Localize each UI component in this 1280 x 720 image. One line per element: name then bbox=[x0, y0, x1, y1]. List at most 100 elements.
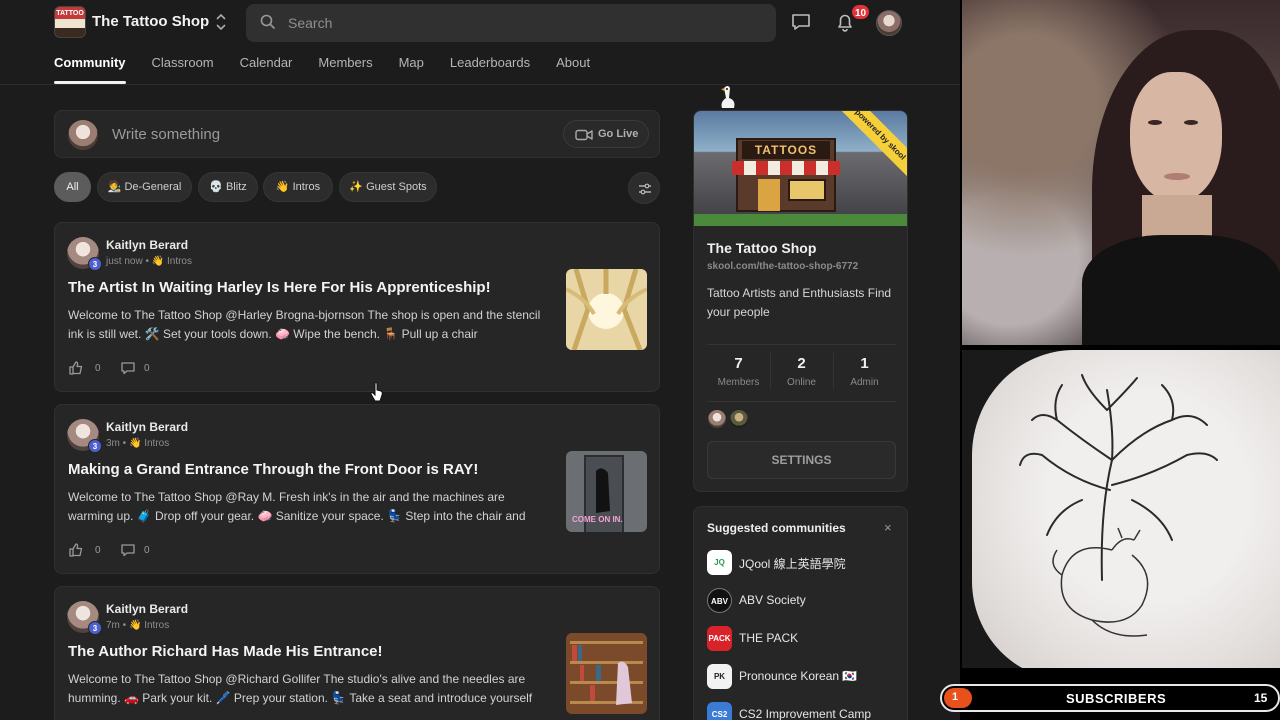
search-bar[interactable] bbox=[246, 4, 776, 42]
post-body: Welcome to The Tattoo Shop @Richard Goll… bbox=[68, 672, 533, 705]
community-name: THE PACK bbox=[739, 631, 799, 645]
stats-divider bbox=[707, 344, 896, 345]
suggested-community-item[interactable]: JQ JQool 線上英語學院 bbox=[707, 550, 907, 576]
community-banner[interactable]: TATTOOS powered by skool bbox=[694, 111, 907, 226]
post-card[interactable]: 3 Kaitlyn Berard 7m • 👋 Intros The Autho… bbox=[54, 586, 660, 720]
post-author[interactable]: Kaitlyn Berard bbox=[106, 420, 188, 434]
tab-classroom[interactable]: Classroom bbox=[152, 44, 214, 84]
tab-about[interactable]: About bbox=[556, 44, 590, 84]
stat-value: 2 bbox=[797, 355, 806, 372]
post-thumbnail[interactable] bbox=[566, 269, 647, 350]
stat-label: Members bbox=[717, 377, 760, 388]
subscriber-goal-bar: 1 SUBSCRIBERS 15 bbox=[940, 684, 1280, 712]
post-time: 3m bbox=[106, 438, 120, 449]
awning bbox=[732, 161, 840, 175]
community-name[interactable]: The Tattoo Shop bbox=[92, 13, 209, 30]
composer-avatar bbox=[68, 120, 98, 150]
post-author[interactable]: Kaitlyn Berard bbox=[106, 602, 188, 616]
stat-value: 1 bbox=[860, 355, 869, 372]
stat-members[interactable]: 7 Members bbox=[707, 355, 770, 388]
post-card[interactable]: 3 Kaitlyn Berard just now • 👋 Intros The… bbox=[54, 222, 660, 392]
go-live-button[interactable]: Go Live bbox=[563, 120, 649, 148]
filter-guest-spots[interactable]: ✨ Guest Spots bbox=[339, 172, 437, 202]
post-time: 7m bbox=[106, 620, 120, 631]
go-live-label: Go Live bbox=[598, 128, 639, 140]
like-icon[interactable] bbox=[68, 360, 84, 376]
search-input[interactable] bbox=[288, 4, 758, 42]
sliders-icon bbox=[639, 183, 651, 195]
community-nav: Community Classroom Calendar Members Map… bbox=[54, 44, 616, 84]
goose-icon bbox=[721, 86, 735, 108]
post-title[interactable]: Making a Grand Entrance Through the Fron… bbox=[68, 461, 558, 478]
tab-members[interactable]: Members bbox=[318, 44, 372, 84]
community-logo[interactable]: TATTOO bbox=[54, 6, 86, 38]
thumbnail-caption: COME ON IN. bbox=[572, 515, 623, 524]
post-title[interactable]: The Author Richard Has Made His Entrance… bbox=[68, 643, 558, 660]
webcam-feed bbox=[962, 0, 1280, 345]
member-avatar[interactable] bbox=[707, 409, 727, 429]
suggested-community-item[interactable]: PACK THE PACK bbox=[707, 626, 907, 652]
grass bbox=[694, 214, 907, 226]
community-icon: JQ bbox=[707, 550, 732, 575]
filter-blitz[interactable]: 💀 Blitz bbox=[198, 172, 258, 202]
community-name: CS2 Improvement Camp bbox=[739, 707, 872, 720]
tab-map[interactable]: Map bbox=[399, 44, 424, 84]
eye bbox=[1148, 120, 1162, 125]
suggested-title: Suggested communities bbox=[707, 521, 846, 535]
post-card[interactable]: 3 Kaitlyn Berard 3m • 👋 Intros Making a … bbox=[54, 404, 660, 574]
black-top bbox=[1082, 235, 1280, 345]
level-badge: 3 bbox=[88, 621, 102, 635]
post-category[interactable]: 👋 Intros bbox=[129, 438, 169, 449]
shop-window bbox=[788, 179, 826, 201]
subscriber-current: 1 bbox=[952, 691, 959, 703]
suggested-community-item[interactable]: ABV ABV Society bbox=[707, 588, 907, 614]
filter-intros[interactable]: 👋 Intros bbox=[263, 172, 333, 202]
post-composer[interactable]: Write something Go Live bbox=[54, 110, 660, 158]
comment-count: 0 bbox=[144, 545, 150, 556]
post-title[interactable]: The Artist In Waiting Harley Is Here For… bbox=[68, 279, 558, 296]
community-url[interactable]: skool.com/the-tattoo-shop-6772 bbox=[707, 261, 858, 272]
stats-divider bbox=[707, 401, 896, 402]
suggested-communities-card: Suggested communities × JQ JQool 線上英語學院 … bbox=[693, 506, 908, 720]
streamer-face bbox=[1130, 72, 1222, 202]
tab-calendar[interactable]: Calendar bbox=[240, 44, 293, 84]
level-badge: 3 bbox=[88, 257, 102, 271]
suggested-community-item[interactable]: CS2 CS2 Improvement Camp bbox=[707, 702, 907, 720]
tree-fox-tattoo bbox=[1019, 374, 1218, 637]
tab-community[interactable]: Community bbox=[54, 44, 126, 84]
post-meta: 3m • 👋 Intros bbox=[106, 438, 170, 449]
skool-app: TATTOO The Tattoo Shop 10 Community Clas… bbox=[0, 0, 960, 720]
post-thumbnail[interactable] bbox=[566, 633, 647, 714]
settings-button[interactable]: SETTINGS bbox=[707, 441, 896, 479]
like-icon[interactable] bbox=[68, 542, 84, 558]
community-name: JQool 線上英語學院 bbox=[739, 557, 846, 571]
filter-all[interactable]: All bbox=[54, 172, 91, 202]
stat-online[interactable]: 2 Online bbox=[770, 355, 833, 388]
comment-icon[interactable] bbox=[120, 360, 136, 376]
community-name: Pronounce Korean 🇰🇷 bbox=[739, 669, 858, 683]
post-body: Welcome to The Tattoo Shop @Harley Brogn… bbox=[68, 308, 541, 341]
stat-admin[interactable]: 1 Admin bbox=[833, 355, 896, 388]
comment-count: 0 bbox=[144, 363, 150, 374]
subscriber-label: SUBSCRIBERS bbox=[1066, 691, 1167, 706]
post-category[interactable]: 👋 Intros bbox=[129, 620, 169, 631]
post-thumbnail[interactable]: COME ON IN. bbox=[566, 451, 647, 532]
suggested-community-item[interactable]: PK Pronounce Korean 🇰🇷 bbox=[707, 664, 907, 690]
post-author[interactable]: Kaitlyn Berard bbox=[106, 238, 188, 252]
chat-icon[interactable] bbox=[790, 11, 812, 33]
post-category[interactable]: 👋 Intros bbox=[152, 256, 192, 267]
filter-settings-button[interactable] bbox=[628, 172, 660, 204]
comment-icon[interactable] bbox=[120, 542, 136, 558]
user-avatar[interactable] bbox=[876, 10, 902, 36]
close-icon[interactable]: × bbox=[884, 520, 892, 535]
filter-de-general[interactable]: 🧑‍🎨 De-General bbox=[97, 172, 192, 202]
notification-badge: 10 bbox=[850, 3, 872, 21]
powered-by-ribbon[interactable]: powered by skool bbox=[834, 111, 907, 181]
community-switcher-icon[interactable] bbox=[214, 12, 228, 32]
community-about-card: TATTOOS powered by skool The Tattoo Shop… bbox=[693, 110, 908, 492]
community-description: Tattoo Artists and Enthusiasts Find your… bbox=[707, 286, 892, 319]
composer-placeholder[interactable]: Write something bbox=[112, 126, 220, 143]
tab-leaderboards[interactable]: Leaderboards bbox=[450, 44, 530, 84]
lips bbox=[1164, 173, 1190, 180]
member-avatar[interactable] bbox=[729, 409, 749, 429]
